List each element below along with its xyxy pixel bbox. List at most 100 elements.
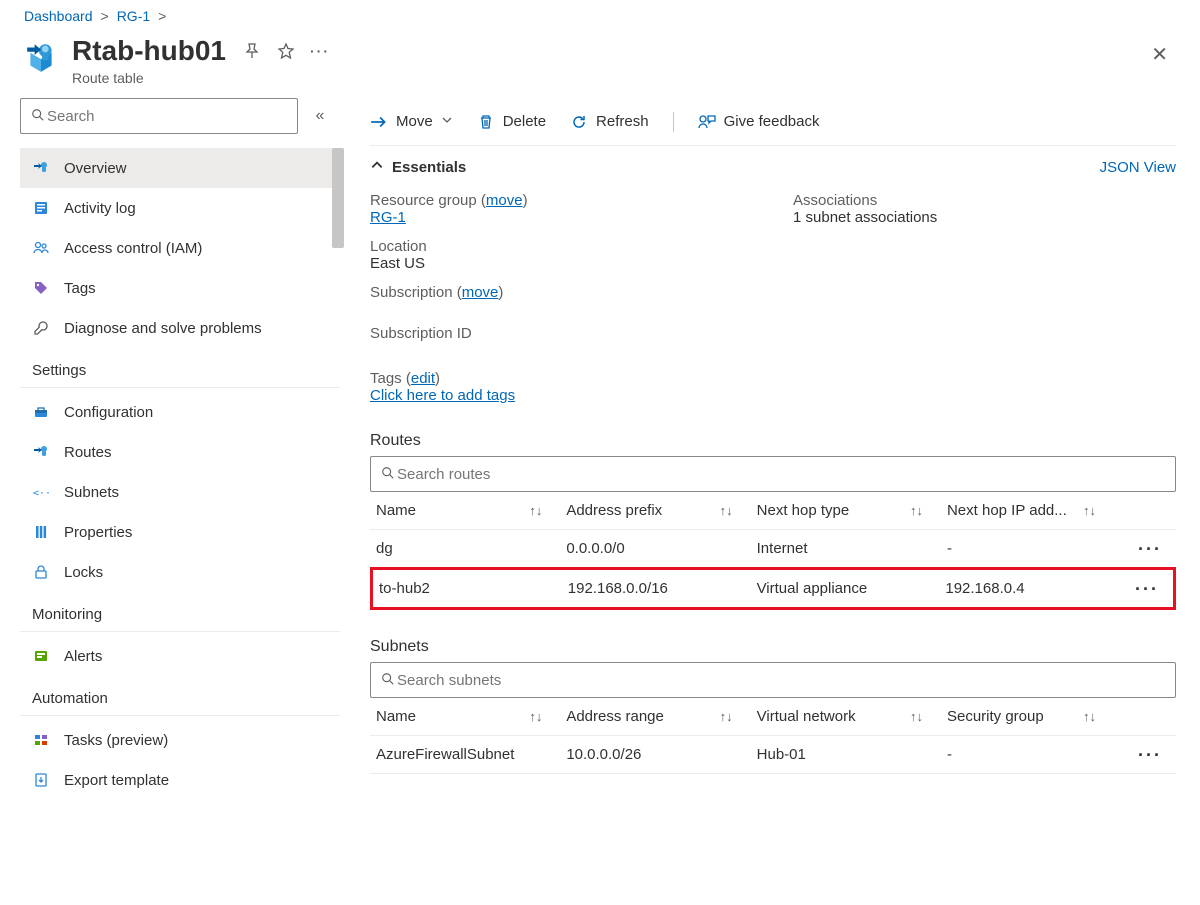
ess-label: Subscription ( <box>370 284 462 301</box>
collapse-sidebar-icon[interactable]: « <box>308 107 332 125</box>
sidebar-item-activity-log[interactable]: Activity log <box>20 188 340 228</box>
move-link[interactable]: move <box>486 192 523 209</box>
row-more-icon[interactable]: ··· <box>1117 584 1167 594</box>
pin-icon[interactable] <box>242 41 262 61</box>
sidebar-item-tags[interactable]: Tags <box>20 268 340 308</box>
sort-icon[interactable]: ↑↓ <box>529 709 542 724</box>
cell: dg <box>376 540 566 557</box>
sidebar-item-locks[interactable]: Locks <box>20 552 340 592</box>
routes-search-input[interactable] <box>395 465 1165 484</box>
sort-icon[interactable]: ↑↓ <box>720 709 733 724</box>
sidebar-item-properties[interactable]: Properties <box>20 512 340 552</box>
move-label: Move <box>396 113 433 130</box>
breadcrumb: Dashboard > RG-1 > <box>0 0 1200 24</box>
sidebar-item-overview[interactable]: Overview <box>20 148 340 188</box>
resource-group-link[interactable]: RG-1 <box>370 209 406 226</box>
breadcrumb-item[interactable]: Dashboard <box>24 8 93 24</box>
feedback-icon <box>698 113 716 131</box>
ess-label-suffix: ) <box>498 284 503 301</box>
sidebar-search[interactable] <box>20 98 298 134</box>
sidebar-search-input[interactable] <box>45 107 287 126</box>
close-icon[interactable]: ✕ <box>1143 40 1176 70</box>
edit-tags-link[interactable]: edit <box>411 370 435 387</box>
sort-icon[interactable]: ↑↓ <box>1083 503 1096 518</box>
route-row[interactable]: dg0.0.0.0/0Internet-··· <box>370 530 1176 568</box>
sort-icon[interactable]: ↑↓ <box>529 503 542 518</box>
subnets-search-input[interactable] <box>395 671 1165 690</box>
breadcrumb-sep: > <box>101 8 109 24</box>
move-button[interactable]: Move <box>370 113 453 131</box>
cell: Internet <box>757 540 947 557</box>
routes-search[interactable] <box>370 456 1176 492</box>
subnet-row[interactable]: AzureFirewallSubnet10.0.0.0/26Hub-01-··· <box>370 736 1176 774</box>
sidebar-item-routes[interactable]: Routes <box>20 432 340 472</box>
scrollbar-thumb[interactable] <box>332 148 344 248</box>
sidebar-item-subnets[interactable]: <··>Subnets <box>20 472 340 512</box>
search-icon <box>381 466 395 483</box>
row-more-icon[interactable]: ··· <box>1120 750 1170 760</box>
sidebar-item-label: Alerts <box>64 648 102 665</box>
json-view-link[interactable]: JSON View <box>1100 159 1176 176</box>
alerts-icon <box>32 647 50 665</box>
nav-section-title: Automation <box>20 676 340 716</box>
row-more-icon[interactable]: ··· <box>1120 544 1170 554</box>
col-range[interactable]: Address range <box>566 708 664 725</box>
sidebar-item-configuration[interactable]: Configuration <box>20 392 340 432</box>
move-link[interactable]: move <box>462 284 499 301</box>
tags-label-suffix: ) <box>435 370 440 387</box>
cell: - <box>947 746 1120 763</box>
sidebar-item-tasks-preview-[interactable]: Tasks (preview) <box>20 720 340 760</box>
sort-icon[interactable]: ↑↓ <box>720 503 733 518</box>
col-name[interactable]: Name <box>376 708 416 725</box>
sidebar: « Overview Activity log Access control (IA… <box>0 98 340 893</box>
sidebar-item-diagnose-and-solve-problems[interactable]: Diagnose and solve problems <box>20 308 340 348</box>
feedback-button[interactable]: Give feedback <box>698 113 820 131</box>
toolbox-icon <box>32 403 50 421</box>
subnets-search[interactable] <box>370 662 1176 698</box>
routes-header-row: Name↑↓ Address prefix↑↓ Next hop type↑↓ … <box>370 492 1176 530</box>
col-sg[interactable]: Security group <box>947 708 1044 725</box>
chevron-down-icon <box>441 113 453 130</box>
favorite-icon[interactable] <box>276 41 296 61</box>
breadcrumb-item[interactable]: RG-1 <box>117 8 150 24</box>
sidebar-item-label: Activity log <box>64 200 136 217</box>
ess-label-suffix: ) <box>523 192 528 209</box>
delete-button[interactable]: Delete <box>477 113 546 131</box>
cell: 192.168.0.0/16 <box>568 580 757 597</box>
cell: 192.168.0.4 <box>945 580 1117 597</box>
page-header: Rtab-hub01 ··· Route table ✕ <box>0 24 1200 98</box>
sidebar-item-label: Diagnose and solve problems <box>64 320 262 337</box>
feedback-label: Give feedback <box>724 113 820 130</box>
col-prefix[interactable]: Address prefix <box>566 502 662 519</box>
cell: AzureFirewallSubnet <box>376 746 566 763</box>
routes-icon <box>32 443 50 461</box>
tasks-icon <box>32 731 50 749</box>
more-icon[interactable]: ··· <box>310 41 330 61</box>
col-vnet[interactable]: Virtual network <box>757 708 856 725</box>
col-hoptype[interactable]: Next hop type <box>757 502 850 519</box>
sort-icon[interactable]: ↑↓ <box>1083 709 1096 724</box>
refresh-label: Refresh <box>596 113 649 130</box>
move-icon <box>370 113 388 131</box>
sidebar-item-alerts[interactable]: Alerts <box>20 636 340 676</box>
col-hopip[interactable]: Next hop IP add... <box>947 502 1067 519</box>
cell: to-hub2 <box>379 580 568 597</box>
col-name[interactable]: Name <box>376 502 416 519</box>
divider <box>673 112 674 132</box>
sidebar-item-export-template[interactable]: Export template <box>20 760 340 800</box>
refresh-button[interactable]: Refresh <box>570 113 649 131</box>
page-subtitle: Route table <box>72 70 330 86</box>
sidebar-item-access-control-iam-[interactable]: Access control (IAM) <box>20 228 340 268</box>
essentials-toggle[interactable]: Essentials <box>370 158 466 176</box>
sort-icon[interactable]: ↑↓ <box>910 709 923 724</box>
cell: - <box>947 540 1120 557</box>
route-row[interactable]: to-hub2192.168.0.0/16Virtual appliance19… <box>370 567 1176 610</box>
refresh-icon <box>570 113 588 131</box>
add-tags-link[interactable]: Click here to add tags <box>370 387 515 404</box>
sidebar-item-label: Tags <box>64 280 96 297</box>
nav-section-title: Settings <box>20 348 340 388</box>
sort-icon[interactable]: ↑↓ <box>910 503 923 518</box>
essentials-label: Essentials <box>392 159 466 176</box>
essentials-grid: Resource group (move) RG-1 Location East… <box>370 192 1176 342</box>
search-icon <box>381 672 395 689</box>
